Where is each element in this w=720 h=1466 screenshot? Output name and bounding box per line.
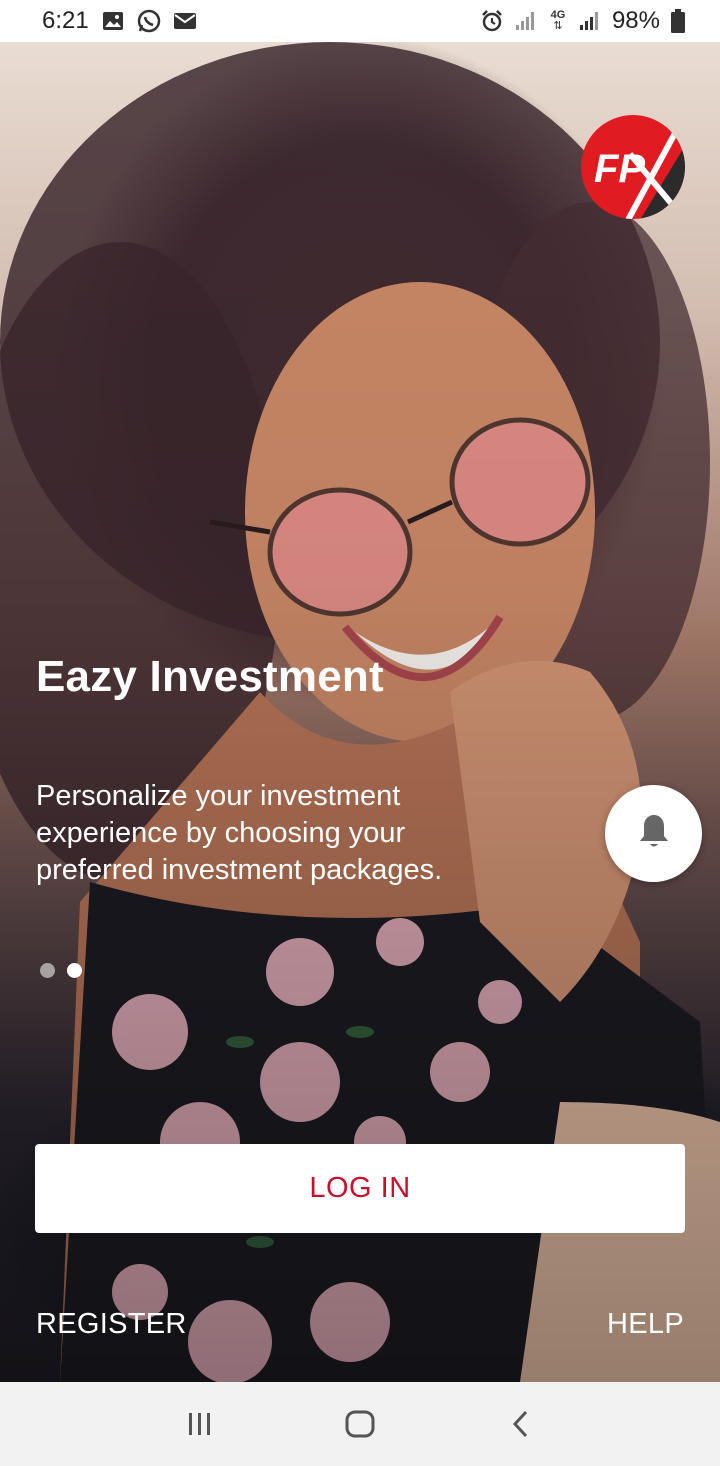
page-dot[interactable] [40, 963, 55, 978]
gallery-icon [101, 9, 125, 33]
home-icon[interactable] [330, 1394, 390, 1454]
signal-icon [514, 9, 538, 33]
battery-percent: 98% [611, 7, 660, 34]
notification-button[interactable] [605, 785, 702, 882]
svg-text:FP: FP [594, 147, 645, 191]
app-logo: FP [580, 114, 686, 220]
slide-description: Personalize your investment experience b… [36, 780, 443, 886]
recents-icon[interactable] [170, 1394, 230, 1454]
status-time: 6:21 [42, 7, 89, 34]
data-arrows: ⇅ [553, 20, 563, 32]
alarm-icon [480, 9, 504, 33]
status-right: 4G ⇅ 98% [480, 7, 686, 35]
slide-title: Eazy Investment [36, 652, 384, 701]
page-dot-active[interactable] [67, 963, 82, 978]
status-bar: 6:21 4G ⇅ 98% [0, 0, 720, 42]
system-nav-bar [0, 1382, 720, 1466]
email-icon [173, 9, 197, 33]
signal-icon [578, 9, 602, 33]
bell-icon [639, 813, 669, 854]
status-left: 6:21 [42, 7, 197, 35]
help-link[interactable]: HELP [607, 1308, 684, 1341]
register-link[interactable]: REGISTER [36, 1308, 187, 1341]
login-button[interactable]: LOG IN [35, 1144, 685, 1233]
back-icon[interactable] [490, 1394, 550, 1454]
battery-icon [670, 9, 686, 33]
network-4g-icon: 4G ⇅ [548, 9, 568, 33]
page-indicator [40, 963, 82, 978]
whatsapp-icon [137, 9, 161, 33]
